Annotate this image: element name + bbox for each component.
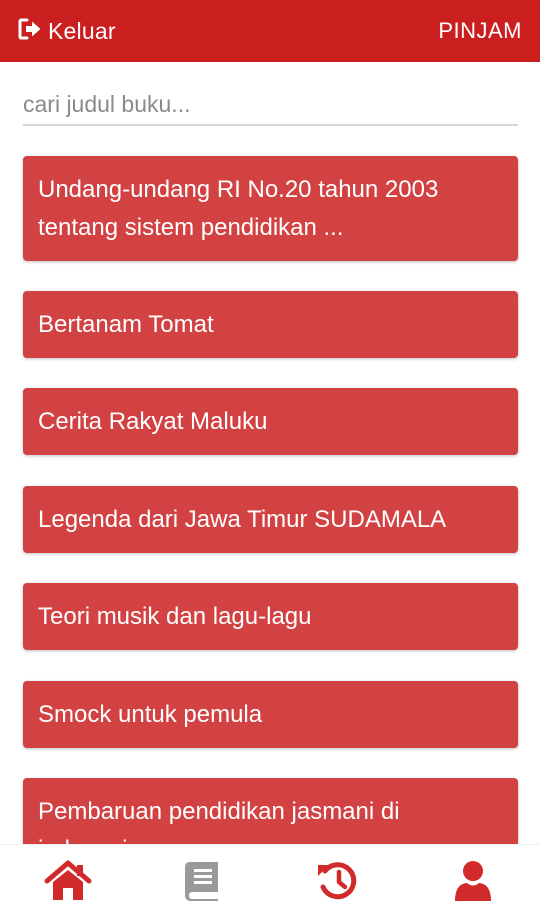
book-list-item[interactable]: Bertanam Tomat — [23, 291, 518, 358]
book-title: Legenda dari Jawa Timur SUDAMALA — [38, 505, 447, 533]
bottom-navigation — [0, 844, 540, 922]
logout-button[interactable]: Keluar — [18, 18, 116, 45]
nav-history-button[interactable] — [270, 845, 405, 922]
book-title: Undang-undang RI No.20 tahun 2003 tentan… — [38, 175, 439, 241]
search-input[interactable] — [23, 84, 518, 124]
borrow-button[interactable]: PINJAM — [438, 18, 522, 44]
nav-books-button[interactable] — [135, 845, 270, 922]
book-title: Teori musik dan lagu-lagu — [38, 602, 312, 630]
user-icon — [454, 860, 492, 907]
search-field — [23, 84, 518, 126]
app-header: Keluar PINJAM — [0, 0, 540, 62]
sign-out-icon — [18, 18, 42, 45]
book-icon — [184, 860, 222, 907]
nav-home-button[interactable] — [0, 845, 135, 922]
book-list-item[interactable]: Undang-undang RI No.20 tahun 2003 tentan… — [23, 156, 518, 261]
book-list-item[interactable]: Smock untuk pemula — [23, 681, 518, 748]
book-title: Smock untuk pemula — [38, 700, 263, 728]
book-list-item[interactable]: Teori musik dan lagu-lagu — [23, 583, 518, 650]
book-list-item[interactable]: Cerita Rakyat Maluku — [23, 388, 518, 455]
book-title: Pembaruan pendidikan jasmani di indonesi… — [38, 798, 400, 844]
book-list-item[interactable]: Pembaruan pendidikan jasmani di indonesi… — [23, 778, 518, 844]
book-list-item[interactable]: Legenda dari Jawa Timur SUDAMALA — [23, 486, 518, 553]
logout-label: Keluar — [48, 17, 116, 44]
book-title: Cerita Rakyat Maluku — [38, 407, 268, 435]
nav-profile-button[interactable] — [405, 845, 540, 922]
history-icon — [316, 860, 360, 907]
home-icon — [44, 860, 92, 907]
book-list[interactable]: Undang-undang RI No.20 tahun 2003 tentan… — [0, 140, 540, 844]
book-title: Bertanam Tomat — [38, 310, 214, 338]
